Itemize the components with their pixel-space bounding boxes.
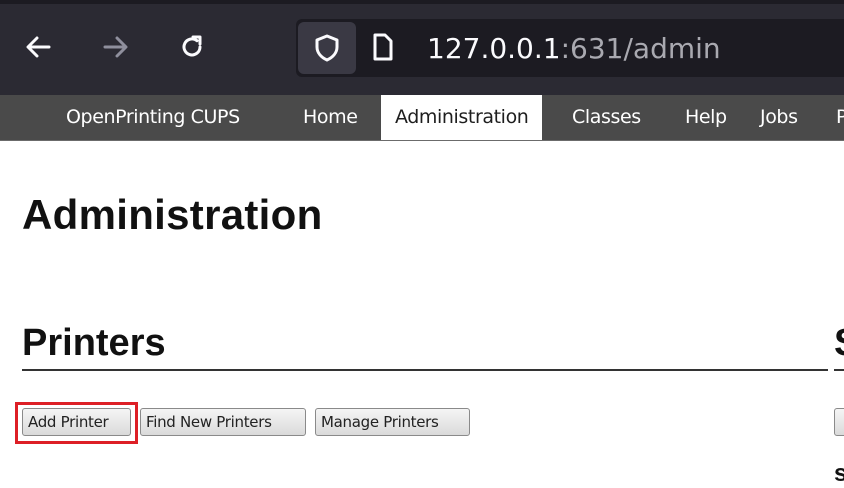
manage-printers-button[interactable]: Manage Printers [315, 408, 470, 436]
page-title: Administration [22, 191, 323, 238]
nav-help-link[interactable]: Help [685, 95, 727, 140]
tab-strip-edge [0, 0, 844, 4]
nav-jobs-link[interactable]: Jobs [760, 95, 798, 140]
server-subtext-partial: s [834, 460, 844, 487]
find-new-printers-button[interactable]: Find New Printers [140, 408, 306, 436]
reload-icon [182, 35, 202, 57]
nav-printers-link[interactable]: P [836, 95, 844, 140]
server-heading: S [834, 320, 844, 366]
printers-heading: Printers [22, 322, 166, 364]
printers-heading-rule [22, 369, 828, 371]
nav-home-link[interactable]: Home [303, 95, 358, 140]
url-host: 127.0.0.1 [427, 32, 561, 65]
page-icon [373, 33, 393, 61]
back-button[interactable] [13, 22, 63, 72]
tracking-protection-button[interactable] [298, 22, 356, 74]
reload-button[interactable] [167, 22, 217, 72]
server-button-partial[interactable] [834, 408, 844, 436]
nav-brand-link[interactable]: OpenPrinting CUPS [66, 95, 240, 140]
cups-navbar: OpenPrinting CUPS Home Administration Cl… [0, 95, 844, 141]
browser-toolbar: 127.0.0.1:631/admin [0, 0, 844, 95]
url-path: :631/admin [560, 32, 721, 65]
back-arrow-icon [26, 36, 51, 58]
url-text[interactable]: 127.0.0.1:631/admin [427, 29, 721, 69]
forward-arrow-icon [103, 36, 128, 58]
add-printer-highlight [15, 402, 138, 444]
forward-button[interactable] [91, 22, 141, 72]
shield-icon [315, 34, 339, 62]
nav-administration-link[interactable]: Administration [381, 95, 543, 140]
page-info-button[interactable] [370, 30, 396, 64]
server-heading-rule [834, 369, 844, 371]
nav-classes-link[interactable]: Classes [572, 95, 641, 140]
